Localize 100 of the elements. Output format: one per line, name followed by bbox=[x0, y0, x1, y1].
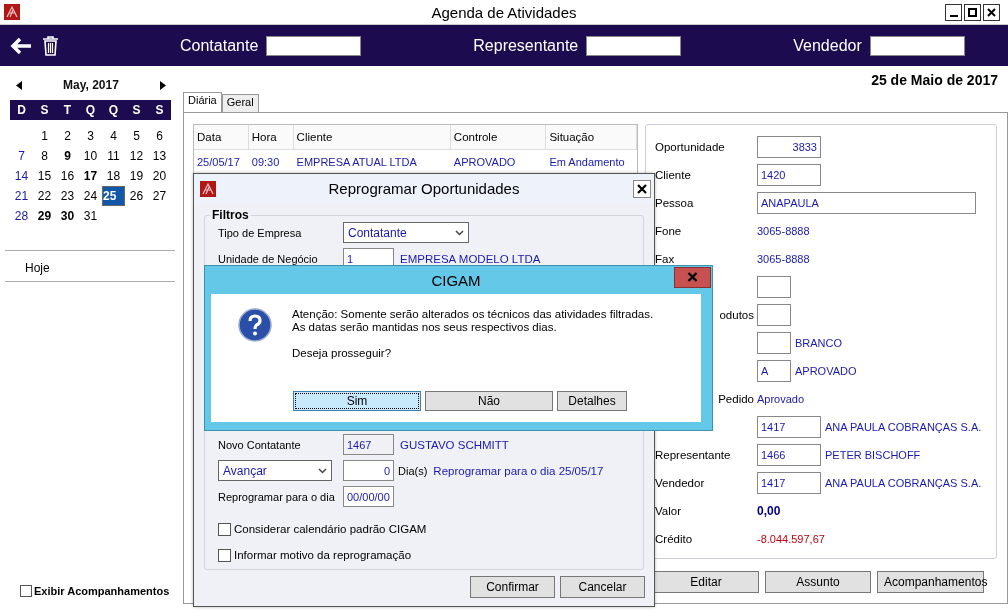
question-icon bbox=[238, 308, 272, 342]
field-value: 0,00 bbox=[757, 504, 781, 518]
dialog-button[interactable]: Detalhes bbox=[557, 391, 627, 411]
close-icon bbox=[987, 7, 996, 17]
input-field[interactable]: 3833 bbox=[757, 136, 821, 158]
field-label: Fone bbox=[655, 225, 682, 237]
calendar-day[interactable]: 10 bbox=[79, 146, 102, 166]
column-header[interactable]: Situação bbox=[546, 125, 637, 149]
field-value: APROVADO bbox=[795, 365, 857, 377]
calendar-day[interactable]: 18 bbox=[102, 166, 125, 186]
calendar-day[interactable]: 17 bbox=[79, 166, 102, 186]
calendar-day[interactable]: 6 bbox=[148, 120, 171, 146]
action-button[interactable]: Editar bbox=[653, 571, 759, 593]
calendar-day[interactable]: 31 bbox=[79, 206, 102, 226]
calendar-day[interactable]: 20 bbox=[148, 166, 171, 186]
calendar-day[interactable]: 30 bbox=[56, 206, 79, 226]
input-field[interactable]: 1466 bbox=[757, 444, 821, 466]
calendar-day[interactable]: 29 bbox=[33, 206, 56, 226]
filter-field[interactable] bbox=[266, 35, 362, 56]
column-header[interactable]: Data bbox=[194, 125, 249, 149]
input-field[interactable]: 00/00/00 bbox=[343, 486, 394, 507]
calendar-day[interactable]: 4 bbox=[102, 120, 125, 146]
close-button[interactable] bbox=[983, 3, 1000, 21]
tab[interactable]: Geral bbox=[221, 94, 259, 112]
input-field[interactable] bbox=[757, 304, 791, 326]
filter-field[interactable] bbox=[869, 35, 965, 56]
dialog-button[interactable]: Não bbox=[425, 391, 553, 411]
calendar-day[interactable]: 13 bbox=[148, 146, 171, 166]
column-header[interactable]: Hora bbox=[248, 125, 294, 149]
field-label: Valor bbox=[655, 505, 681, 517]
field-value: BRANCO bbox=[795, 337, 843, 349]
action-button[interactable]: Assunto bbox=[765, 571, 871, 593]
calendar-day[interactable]: 23 bbox=[56, 186, 79, 206]
weekday-label: S bbox=[155, 103, 164, 117]
next-month-icon[interactable] bbox=[160, 80, 166, 90]
filter-field[interactable] bbox=[586, 35, 682, 56]
calendar-day[interactable]: 14 bbox=[10, 166, 33, 186]
field-label: Novo Contatante bbox=[218, 438, 302, 451]
calendar-day[interactable]: 26 bbox=[125, 186, 148, 206]
calendar-day[interactable]: 25 bbox=[102, 186, 125, 206]
calendar-day[interactable]: 8 bbox=[33, 146, 56, 166]
input-field[interactable]: ANAPAULA bbox=[757, 192, 976, 214]
checkbox-label: Considerar calendário padrão CIGAM bbox=[234, 523, 427, 535]
input-field[interactable] bbox=[757, 276, 791, 298]
maximize-button[interactable] bbox=[964, 3, 981, 21]
calendar-day[interactable]: 7 bbox=[10, 146, 33, 166]
dialog-button[interactable]: Cancelar bbox=[560, 576, 645, 598]
today-link[interactable]: Hoje bbox=[25, 261, 50, 275]
calendar-day[interactable]: 2 bbox=[56, 120, 79, 146]
calendar-day[interactable]: 11 bbox=[102, 146, 125, 166]
current-date: 25 de Maio de 2017 bbox=[871, 72, 998, 90]
tab[interactable]: Diária bbox=[183, 92, 222, 112]
direction-dropdown[interactable]: Avançar bbox=[218, 460, 332, 481]
checkbox[interactable] bbox=[218, 548, 231, 562]
close-button[interactable] bbox=[633, 179, 651, 198]
input-field[interactable]: 0 bbox=[343, 460, 394, 481]
calendar-day[interactable]: 9 bbox=[56, 146, 79, 166]
window-title: Agenda de Atividades bbox=[431, 4, 577, 21]
field-label: Representante bbox=[655, 449, 731, 461]
minimize-button[interactable] bbox=[945, 3, 962, 21]
calendar-day[interactable]: 21 bbox=[10, 186, 33, 206]
weekday-label: D bbox=[17, 103, 26, 117]
calendar-day[interactable]: 19 bbox=[125, 166, 148, 186]
calendar-day[interactable]: 22 bbox=[33, 186, 56, 206]
calendar-day[interactable]: 1 bbox=[33, 120, 56, 146]
checkbox[interactable] bbox=[20, 585, 32, 597]
previous-month-icon[interactable] bbox=[16, 80, 22, 90]
weekday-label: S bbox=[40, 103, 49, 117]
calendar-day[interactable]: 27 bbox=[148, 186, 171, 206]
input-field[interactable]: 1417 bbox=[757, 472, 821, 494]
calendar-day[interactable]: 28 bbox=[10, 206, 33, 226]
input-field[interactable]: 1417 bbox=[757, 416, 821, 438]
trash-icon[interactable] bbox=[42, 35, 59, 56]
input-field[interactable]: 1420 bbox=[757, 164, 821, 186]
field-label: Crédito bbox=[655, 533, 693, 545]
calendar-day[interactable]: 15 bbox=[33, 166, 56, 186]
calendar-day[interactable]: 3 bbox=[79, 120, 102, 146]
calendar-day[interactable]: 16 bbox=[56, 166, 79, 186]
input-field[interactable]: 1467 bbox=[343, 434, 394, 455]
month-title: May, 2017 bbox=[63, 78, 119, 92]
column-header[interactable]: Cliente bbox=[293, 125, 451, 149]
dialog-button[interactable]: Sim bbox=[293, 391, 421, 411]
field-value: 3065-8888 bbox=[757, 225, 810, 237]
company-type-dropdown[interactable]: Contatante bbox=[343, 222, 469, 243]
dialog-button[interactable]: Confirmar bbox=[470, 576, 555, 598]
close-button[interactable] bbox=[674, 266, 711, 288]
minimize-icon bbox=[949, 14, 958, 17]
message-text: Deseja prosseguir? bbox=[292, 347, 393, 360]
checkbox[interactable] bbox=[218, 522, 231, 536]
field-label: Cliente bbox=[655, 169, 691, 181]
column-header[interactable]: Controle bbox=[450, 125, 547, 149]
back-arrow-icon[interactable] bbox=[10, 36, 32, 55]
caret-icon bbox=[455, 229, 464, 236]
calendar-day[interactable]: 12 bbox=[125, 146, 148, 166]
calendar-day[interactable]: 24 bbox=[79, 186, 102, 206]
calendar-day[interactable]: 5 bbox=[125, 120, 148, 146]
input-field[interactable] bbox=[757, 332, 791, 354]
unit-label: Dia(s) bbox=[398, 464, 428, 477]
input-field[interactable]: A bbox=[757, 360, 791, 382]
close-icon bbox=[637, 183, 647, 194]
